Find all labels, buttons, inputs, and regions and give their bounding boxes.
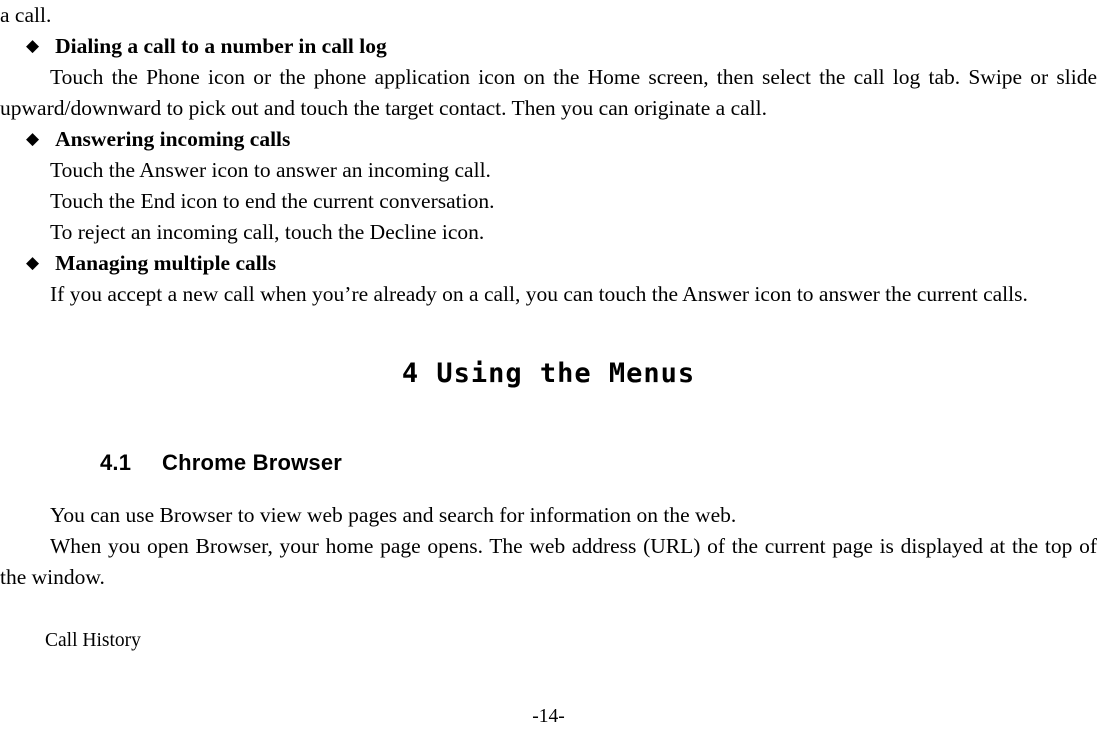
chapter-title-wrap: 4 Using the Menus xyxy=(0,358,1097,389)
bullet-heading-dialing: ◆ Dialing a call to a number in call log xyxy=(0,31,1097,62)
call-history-label: Call History xyxy=(45,630,141,651)
diamond-bullet-icon: ◆ xyxy=(26,253,40,273)
call-history-wrap: Call History xyxy=(0,627,1097,655)
section-paragraph-1: You can use Browser to view web pages an… xyxy=(50,503,737,527)
diamond-bullet-icon: ◆ xyxy=(26,36,40,56)
section-body: You can use Browser to view web pages an… xyxy=(0,500,1097,593)
bullet-heading-multiple-calls: ◆ Managing multiple calls xyxy=(0,248,1097,279)
page-number-footer: -14- xyxy=(532,706,565,727)
section-heading-wrap: 4.1 Chrome Browser xyxy=(0,447,1097,478)
answering-line-1: Touch the Answer icon to answer an incom… xyxy=(50,158,491,182)
chapter-title: 4 Using the Menus xyxy=(401,358,696,389)
paragraph-dialing: Touch the Phone icon or the phone applic… xyxy=(0,65,1097,120)
bullet-heading-label: Answering incoming calls xyxy=(55,127,291,151)
bullet-heading-answering: ◆ Answering incoming calls xyxy=(0,124,1097,155)
document-page: a call. ◆ Dialing a call to a number in … xyxy=(0,0,1097,734)
section-number: 4.1 xyxy=(100,450,132,475)
answering-line-2: Touch the End icon to end the current co… xyxy=(50,189,495,213)
paragraph-multiple-calls: If you accept a new call when you’re alr… xyxy=(50,282,1028,306)
diamond-bullet-icon: ◆ xyxy=(26,129,40,149)
bullet-heading-label: Managing multiple calls xyxy=(55,251,277,275)
continuation-text: a call. xyxy=(0,3,52,27)
section-paragraph-2: When you open Browser, your home page op… xyxy=(0,534,1097,589)
bullet-heading-label: Dialing a call to a number in call log xyxy=(55,34,387,58)
document-body: a call. ◆ Dialing a call to a number in … xyxy=(0,0,1097,655)
answering-line-3: To reject an incoming call, touch the De… xyxy=(50,220,485,244)
section-heading: 4.1 Chrome Browser xyxy=(0,447,1097,478)
section-title-label: Chrome Browser xyxy=(162,450,343,475)
